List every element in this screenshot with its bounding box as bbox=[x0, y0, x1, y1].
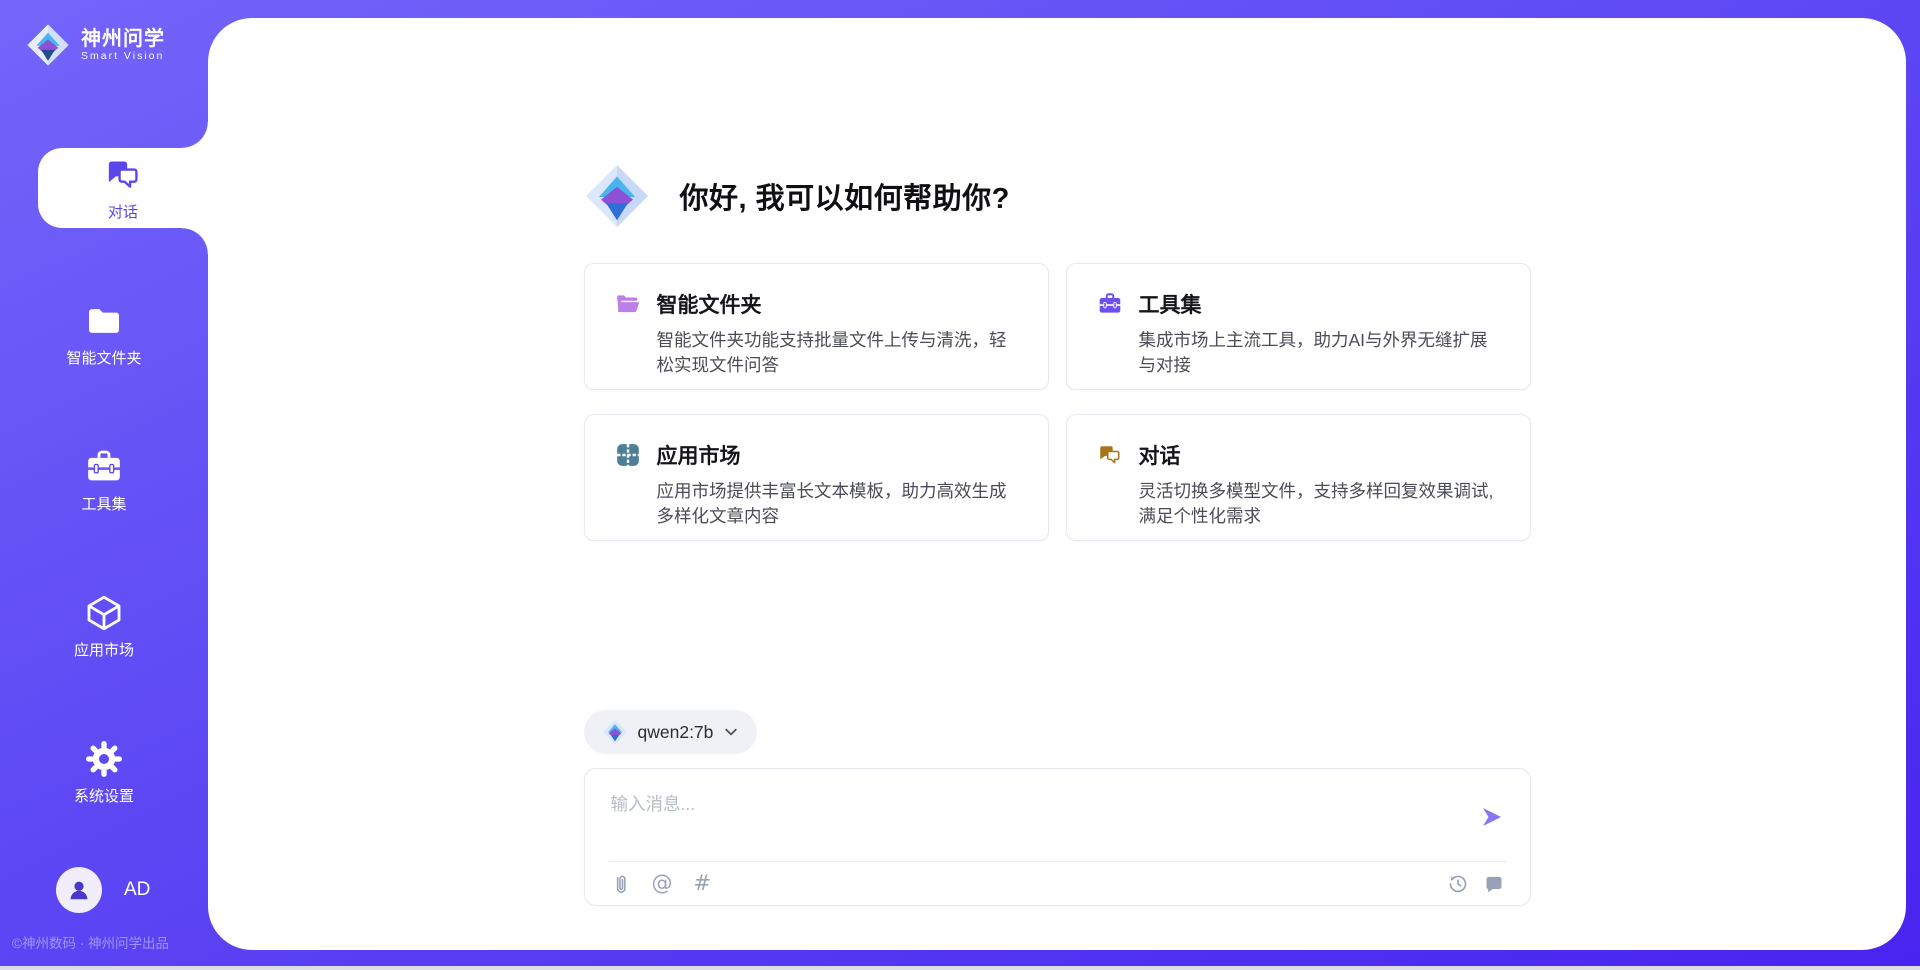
topic-button[interactable]: # bbox=[694, 873, 712, 894]
user-icon bbox=[66, 877, 92, 903]
model-selector[interactable]: qwen2:7b bbox=[584, 710, 758, 754]
sidebar-item-label: 应用市场 bbox=[74, 639, 134, 660]
card-chat[interactable]: 对话 灵活切换多模型文件，支持多样回复效果调试, 满足个性化需求 bbox=[1066, 414, 1531, 541]
folder-icon bbox=[84, 301, 124, 341]
message-input[interactable] bbox=[585, 769, 1530, 861]
gear-icon bbox=[84, 739, 124, 779]
chat-icon bbox=[103, 155, 143, 195]
sidebar-item-chat[interactable]: 对话 bbox=[38, 148, 208, 228]
send-button[interactable] bbox=[1480, 805, 1504, 829]
history-button[interactable] bbox=[1448, 874, 1468, 894]
app-subtitle: Smart Vision bbox=[81, 50, 165, 62]
avatar[interactable] bbox=[56, 867, 102, 913]
card-description: 应用市场提供丰富长文本模板，助力高效生成多样化文章内容 bbox=[615, 479, 1018, 530]
chat-bubble-icon bbox=[1484, 874, 1504, 894]
app-title: 神州问学 bbox=[81, 28, 165, 50]
card-title: 应用市场 bbox=[657, 440, 741, 470]
briefcase-icon bbox=[1097, 291, 1123, 317]
sidebar-item-app-market[interactable]: 应用市场 bbox=[0, 586, 208, 666]
copyright-text: ©神州数码 · 神州问学出品 bbox=[0, 932, 208, 966]
chat-icon bbox=[1097, 442, 1123, 468]
card-title: 对话 bbox=[1139, 440, 1181, 470]
sidebar: 神州问学 Smart Vision 对话 bbox=[0, 0, 208, 966]
sidebar-item-settings[interactable]: 系统设置 bbox=[0, 732, 208, 812]
user-name: AD bbox=[124, 879, 150, 901]
card-app-market[interactable]: 应用市场 应用市场提供丰富长文本模板，助力高效生成多样化文章内容 bbox=[584, 414, 1049, 541]
message-composer: @ # bbox=[584, 768, 1531, 906]
attach-button[interactable] bbox=[611, 873, 631, 895]
sidebar-item-label: 对话 bbox=[108, 201, 138, 222]
sidebar-item-label: 系统设置 bbox=[74, 785, 134, 806]
card-toolset[interactable]: 工具集 集成市场上主流工具，助力AI与外界无缝扩展与对接 bbox=[1066, 263, 1531, 390]
logo-diamond-icon bbox=[584, 163, 650, 229]
sidebar-item-label: 智能文件夹 bbox=[66, 347, 141, 368]
new-chat-button[interactable] bbox=[1484, 874, 1504, 894]
at-icon: @ bbox=[652, 873, 673, 894]
chevron-down-icon bbox=[723, 724, 739, 740]
folder-open-icon bbox=[615, 291, 641, 317]
hash-icon: # bbox=[694, 873, 712, 894]
card-description: 智能文件夹功能支持批量文件上传与清洗，轻松实现文件问答 bbox=[615, 328, 1018, 379]
sidebar-item-toolset[interactable]: 工具集 bbox=[0, 440, 208, 520]
card-title: 工具集 bbox=[1139, 289, 1202, 319]
feature-cards: 智能文件夹 智能文件夹功能支持批量文件上传与清洗，轻松实现文件问答 bbox=[584, 263, 1531, 541]
cube-icon bbox=[84, 593, 124, 633]
sidebar-nav: 对话 智能文件夹 bbox=[0, 148, 208, 812]
sidebar-item-label: 工具集 bbox=[81, 493, 126, 514]
model-diamond-icon bbox=[602, 719, 628, 745]
mention-button[interactable]: @ bbox=[652, 873, 673, 894]
brand-diamond-icon bbox=[26, 23, 70, 67]
greeting-title: 你好, 我可以如何帮助你? bbox=[680, 175, 1010, 217]
history-icon bbox=[1448, 874, 1468, 894]
card-description: 集成市场上主流工具，助力AI与外界无缝扩展与对接 bbox=[1097, 328, 1500, 379]
brand-logo: 神州问学 Smart Vision bbox=[0, 0, 208, 68]
grid-icon bbox=[615, 442, 641, 468]
sidebar-item-smart-folder[interactable]: 智能文件夹 bbox=[0, 294, 208, 374]
card-title: 智能文件夹 bbox=[657, 289, 762, 319]
user-account[interactable]: AD bbox=[0, 866, 208, 914]
card-smart-folder[interactable]: 智能文件夹 智能文件夹功能支持批量文件上传与清洗，轻松实现文件问答 bbox=[584, 263, 1049, 390]
send-icon bbox=[1480, 805, 1504, 829]
main-content: 你好, 我可以如何帮助你? 智能文件夹 智能文件夹功能支持批量文件上传与清洗，轻… bbox=[208, 18, 1906, 950]
paperclip-icon bbox=[611, 873, 631, 895]
card-description: 灵活切换多模型文件，支持多样回复效果调试, 满足个性化需求 bbox=[1097, 479, 1500, 530]
toolbox-icon bbox=[84, 447, 124, 487]
model-name: qwen2:7b bbox=[638, 722, 714, 743]
greeting-block: 你好, 我可以如何帮助你? bbox=[584, 163, 1531, 229]
window-bottom-edge bbox=[0, 966, 1920, 970]
app-window: 神州问学 Smart Vision 对话 bbox=[0, 0, 1920, 966]
